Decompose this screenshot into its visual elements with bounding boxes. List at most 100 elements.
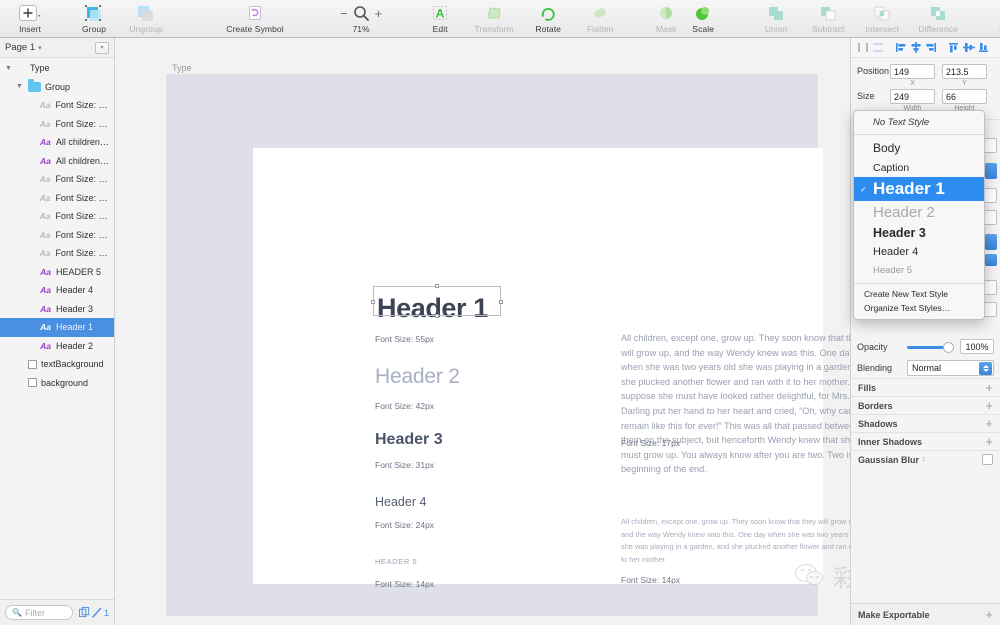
position-x-input[interactable]: 149 (890, 64, 935, 79)
position-x-field[interactable]: 149 X (890, 64, 935, 87)
blending-select[interactable]: Normal (907, 360, 994, 376)
toolbar-edit-button[interactable]: A Edit (414, 0, 466, 34)
blending-stepper-icon[interactable] (979, 362, 992, 375)
toolbar-group-button[interactable]: Group (68, 0, 120, 34)
toolbar-rotate-button[interactable]: Rotate (522, 0, 574, 34)
canvas-area[interactable]: Type Header 1 Font Size: 55px Header 2 F… (116, 38, 850, 625)
resize-handle-right[interactable] (499, 300, 503, 304)
toolbar-insert-button[interactable]: Insert (0, 0, 60, 34)
toolbar-scale-button[interactable]: Scale (684, 0, 722, 34)
resize-handle-bottom[interactable] (435, 314, 439, 318)
chevron-updown-icon[interactable]: ↕ (922, 456, 926, 463)
resize-handle-left[interactable] (371, 300, 375, 304)
style-section-borders[interactable]: Borders+ (851, 396, 1000, 414)
height-field[interactable]: 66 Height (942, 89, 987, 112)
style-section-add-button[interactable]: + (985, 416, 993, 431)
header-5-text[interactable]: HEADER 5 (375, 557, 417, 566)
align-bottom-button[interactable] (977, 41, 990, 54)
align-distribute-vertical-button[interactable] (871, 41, 884, 54)
layer-row[interactable]: AaHeader 3 (0, 300, 114, 319)
header-4-text[interactable]: Header 4 (375, 495, 426, 509)
toolbar-create-symbol-button[interactable]: Create Symbol (212, 0, 298, 34)
opacity-slider[interactable] (907, 341, 954, 353)
menu-item-header-4[interactable]: Header 4 (854, 242, 984, 261)
body-paragraph-text[interactable]: All children, except one, grow up. They … (621, 331, 850, 477)
position-y-field[interactable]: 213.5 Y (942, 64, 987, 87)
stepper-occluded-2[interactable] (985, 234, 997, 250)
zoom-in-button[interactable]: + (375, 6, 383, 21)
menu-item-header-1[interactable]: ✓Header 1 (854, 177, 984, 201)
menu-item-header-2[interactable]: Header 2 (854, 201, 984, 223)
disclosure-triangle-icon[interactable]: ▼ (15, 83, 24, 90)
layer-row[interactable]: AaHeader 1 (0, 318, 114, 337)
toolbar-transform-button[interactable]: Transform (466, 0, 522, 34)
toolbar-ungroup-button[interactable]: Ungroup (120, 0, 172, 34)
layer-list[interactable]: ▼Type▼GroupAaFont Size: 1…AaFont Size: 1… (0, 59, 114, 599)
layer-row[interactable]: ▼Group (0, 78, 114, 97)
toolbar-flatten-button[interactable]: Flatten (574, 0, 626, 34)
width-input[interactable]: 249 (890, 89, 935, 104)
layer-row[interactable]: ▼Type (0, 59, 114, 78)
toolbar-intersect-button[interactable]: Intersect (854, 0, 910, 34)
layer-row[interactable]: background (0, 374, 114, 393)
layer-row[interactable]: AaHeader 2 (0, 337, 114, 356)
gaussian-blur-label-group[interactable]: Gaussian Blur ↕ (858, 455, 926, 465)
style-section-add-button[interactable]: + (985, 434, 993, 449)
toolbar-union-button[interactable]: Union (750, 0, 802, 34)
align-left-button[interactable] (894, 41, 907, 54)
resize-handle-top[interactable] (435, 284, 439, 288)
toolbar-mask-button[interactable]: Mask (648, 0, 684, 34)
header-2-text[interactable]: Header 2 (375, 365, 460, 389)
menu-item-organize-text-styles[interactable]: Organize Text Styles… (854, 301, 984, 315)
layer-row[interactable]: AaAll children,… (0, 152, 114, 171)
sidebar-footer-icons[interactable]: 1 (79, 607, 109, 618)
layer-row[interactable]: AaHEADER 5 (0, 263, 114, 282)
align-distribute-horizontal-button[interactable] (856, 41, 869, 54)
layer-row[interactable]: AaFont Size: 1… (0, 96, 114, 115)
style-section-inner-shadows[interactable]: Inner Shadows+ (851, 432, 1000, 450)
position-y-input[interactable]: 213.5 (942, 64, 987, 79)
layer-row[interactable]: AaFont Size: 1… (0, 115, 114, 134)
align-middle-vertical-button[interactable] (962, 41, 975, 54)
layer-row[interactable]: AaAll children,… (0, 133, 114, 152)
header-3-text[interactable]: Header 3 (375, 431, 443, 449)
height-input[interactable]: 66 (942, 89, 987, 104)
gaussian-blur-checkbox[interactable] (982, 454, 993, 465)
layer-row[interactable]: AaHeader 4 (0, 281, 114, 300)
layer-row[interactable]: AaFont Size: 2… (0, 170, 114, 189)
caption-paragraph-text[interactable]: All children, except one, grow up. They … (621, 516, 850, 566)
artboard-label[interactable]: Type (172, 63, 192, 73)
page-selector[interactable]: Page 1 ▾ (5, 42, 42, 53)
style-section-add-button[interactable]: + (985, 398, 993, 413)
layer-row[interactable]: AaFont Size: 1… (0, 189, 114, 208)
menu-item-no-text-style[interactable]: No Text Style (854, 114, 984, 131)
menu-item-caption[interactable]: Caption (854, 158, 984, 177)
zoom-out-button[interactable]: − (340, 6, 348, 21)
toolbar-forward-button[interactable]: Forward (990, 0, 1000, 34)
gaussian-blur-section[interactable]: Gaussian Blur ↕ (851, 450, 1000, 468)
layer-row[interactable]: textBackground (0, 355, 114, 374)
make-exportable-section[interactable]: Make Exportable + (851, 603, 1000, 625)
toolbar-difference-button[interactable]: Difference (910, 0, 966, 34)
zoom-control[interactable]: − + 71% (340, 0, 382, 34)
layer-filter-input[interactable]: 🔍 Filter (5, 605, 73, 620)
layer-row[interactable]: AaFont Size: 4… (0, 226, 114, 245)
align-top-button[interactable] (947, 41, 960, 54)
page-options-button[interactable]: ▾ (95, 42, 109, 54)
layer-row[interactable]: AaFont Size: 3… (0, 207, 114, 226)
layer-row[interactable]: AaFont Size: 5… (0, 244, 114, 263)
style-section-fills[interactable]: Fills+ (851, 378, 1000, 396)
stepper-occluded-1[interactable] (985, 163, 997, 179)
menu-item-header-3[interactable]: Header 3 (854, 223, 984, 242)
make-exportable-add-button[interactable]: + (985, 607, 993, 622)
opacity-value-input[interactable]: 100% (960, 339, 994, 354)
opacity-slider-knob[interactable] (943, 342, 954, 353)
menu-item-create-new-text-style[interactable]: Create New Text Style (854, 287, 984, 301)
width-field[interactable]: 249 Width (890, 89, 935, 112)
align-right-button[interactable] (924, 41, 937, 54)
disclosure-triangle-icon[interactable]: ▼ (4, 65, 13, 72)
menu-item-body[interactable]: Body (854, 138, 984, 158)
style-section-shadows[interactable]: Shadows+ (851, 414, 1000, 432)
menu-item-header-5[interactable]: Header 5 (854, 261, 984, 280)
text-style-dropdown-menu[interactable]: No Text Style BodyCaption✓Header 1Header… (853, 110, 985, 320)
